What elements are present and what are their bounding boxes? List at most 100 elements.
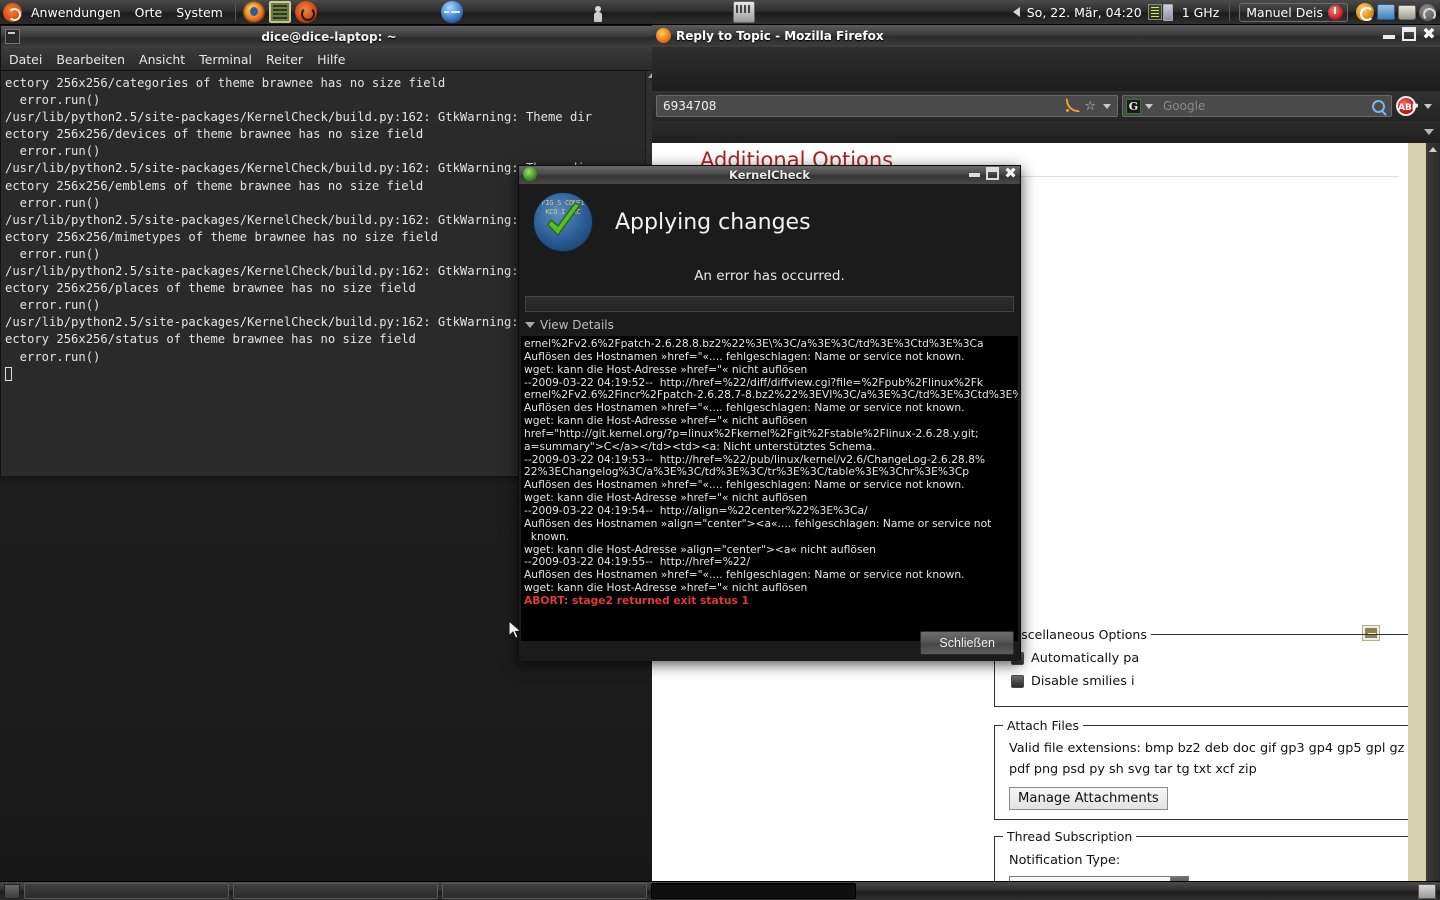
checkbox-row-disable-smilies[interactable]: Disable smilies i — [1011, 674, 1440, 689]
menu-places[interactable]: Orte — [128, 2, 170, 23]
page-scrollbar[interactable] — [1426, 143, 1440, 896]
user-switcher[interactable]: Manuel Deis — [1239, 2, 1348, 22]
terminal-line: ectory 256x256/devices of theme brawnee … — [5, 127, 424, 142]
log-line: wget: kann die Host-Adresse »href="« nic… — [524, 581, 808, 595]
progress-bar — [525, 296, 1014, 312]
kernelcheck-log-output[interactable]: ernel%2Fv2.6%2Fpatch-2.6.28.8.bz2%22%3E\… — [521, 336, 1018, 641]
folder-icon[interactable] — [1377, 4, 1395, 20]
log-line: Auflösen des Hostnamen »align="center"><… — [524, 516, 992, 530]
firefox-navigation-bar: 6934708 ☆ G Google ABP — [652, 91, 1440, 121]
url-text: 6934708 — [663, 99, 717, 113]
search-engine-dropdown-icon[interactable] — [1145, 103, 1153, 109]
close-button[interactable]: Schließen — [920, 631, 1014, 655]
keyboard-icon[interactable] — [732, 1, 755, 23]
update-manager-icon[interactable] — [1356, 3, 1374, 21]
kernelcheck-footer: Schließen — [920, 631, 1014, 655]
gnome-bottom-panel — [0, 881, 1440, 900]
trash-icon[interactable] — [1418, 883, 1436, 899]
chevron-down-icon[interactable] — [525, 322, 535, 328]
terminal-menu-hilfe[interactable]: Hilfe — [317, 52, 345, 67]
attach-files-legend: Attach Files — [1003, 718, 1083, 733]
taskbar-item[interactable] — [651, 883, 856, 899]
panel-collapse-arrow-icon[interactable] — [1012, 7, 1020, 17]
printer-icon[interactable] — [1398, 4, 1416, 20]
ubuntu-help-icon[interactable] — [294, 1, 317, 23]
terminal-menu-ansicht[interactable]: Ansicht — [139, 52, 185, 67]
view-details-toggle[interactable]: View Details — [525, 318, 1020, 332]
kernelcheck-titlebar[interactable]: KernelCheck ✖ — [519, 166, 1020, 184]
url-bar[interactable]: 6934708 ☆ — [656, 95, 1118, 117]
close-icon[interactable]: ✖ — [1422, 26, 1436, 42]
firefox-titlebar[interactable]: Reply to Topic - Mozilla Firefox ✖ — [652, 25, 1440, 47]
log-line: ernel%2Fv2.6%2Fpatch-2.6.28.8.bz2%22%3E\… — [524, 337, 984, 350]
desktop-screen: Anwendungen Orte System So, 22. Mär, 04:… — [0, 0, 1440, 900]
kernelcheck-status-text: An error has occurred. — [694, 268, 845, 284]
terminal-menu-datei[interactable]: Datei — [9, 52, 42, 67]
taskbar-item[interactable] — [233, 883, 438, 899]
firefox-icon[interactable] — [242, 1, 265, 23]
terminal-window-icon — [5, 29, 20, 44]
checkbox-unchecked-icon[interactable] — [1011, 675, 1024, 688]
ubuntu-logo-icon — [3, 2, 22, 22]
misc-options-fieldset: Miscellaneous Options Automatically pa D… — [994, 627, 1440, 707]
thread-subscription-legend: Thread Subscription — [1003, 829, 1137, 844]
search-engine-icon[interactable]: G — [1126, 98, 1141, 114]
rss-feed-icon[interactable] — [1065, 97, 1081, 113]
kernelcheck-header: FIG_S CONFI KCO I_IKC Applying changes — [519, 184, 1020, 252]
log-line: --2009-03-22 04:19:54-- http://align=%22… — [524, 503, 868, 517]
search-bar[interactable]: G Google — [1122, 95, 1392, 117]
firefox-toolbar — [652, 47, 1440, 91]
person-icon[interactable] — [587, 1, 609, 23]
log-line: wget: kann die Host-Adresse »href="« nic… — [524, 414, 808, 428]
firefox-title-text: Reply to Topic - Mozilla Firefox — [676, 29, 884, 43]
terminal-line: error.run() — [5, 144, 101, 159]
kernelcheck-window-buttons: ✖ — [968, 166, 1017, 181]
maximize-icon[interactable] — [1402, 27, 1416, 41]
url-dropdown-icon[interactable] — [1103, 103, 1111, 109]
view-details-label: View Details — [540, 318, 614, 332]
firefox-window-buttons: ✖ — [1382, 26, 1436, 42]
log-line: Auflösen des Hostnamen »href="«.... fehl… — [524, 349, 965, 363]
checkbox-row-autoparse[interactable]: Automatically pa — [1011, 651, 1440, 666]
adblock-plus-icon[interactable]: ABP — [1396, 96, 1418, 116]
kernelcheck-logo-icon: FIG_S CONFI KCO I_IKC — [533, 192, 593, 252]
menu-applications[interactable]: Anwendungen — [24, 2, 128, 23]
gnome-top-panel: Anwendungen Orte System So, 22. Mär, 04:… — [0, 0, 1440, 25]
checkbox-label: Automatically pa — [1031, 651, 1140, 666]
terminal-icon[interactable] — [268, 1, 291, 23]
bookmark-star-icon[interactable]: ☆ — [1084, 99, 1096, 114]
maximize-icon[interactable] — [986, 167, 999, 180]
terminal-menubar: Datei Bearbeiten Ansicht Terminal Reiter… — [1, 48, 657, 71]
toolbar-overflow-icon[interactable] — [1424, 103, 1432, 109]
valid-extensions-text: Valid file extensions: bmp bz2 deb doc g… — [1009, 741, 1440, 777]
close-icon[interactable]: ✖ — [1004, 166, 1017, 181]
checkbox-label: Disable smilies i — [1031, 674, 1135, 689]
kernelcheck-dialog[interactable]: KernelCheck ✖ FIG_S CONFI KCO I_IKC Appl… — [518, 165, 1021, 661]
search-input[interactable]: Google — [1157, 99, 1372, 113]
taskbar-item[interactable] — [442, 883, 647, 899]
minimize-icon[interactable] — [968, 167, 981, 180]
bookmarks-overflow-icon[interactable] — [1424, 129, 1434, 135]
terminal-line: ectory 256x256/categories of theme brawn… — [5, 76, 446, 90]
terminal-titlebar[interactable]: dice@dice-laptop: ~ — [1, 26, 657, 48]
cpu-monitor-icon[interactable] — [1147, 4, 1162, 20]
misc-options-legend: Miscellaneous Options — [1003, 627, 1151, 642]
refresh-icon[interactable] — [1419, 3, 1436, 21]
shutdown-icon[interactable] — [1328, 4, 1343, 20]
manage-attachments-button[interactable]: Manage Attachments — [1009, 787, 1168, 810]
minimize-icon[interactable] — [1382, 27, 1396, 41]
terminal-line: /usr/lib/python2.5/site-packages/KernelC… — [5, 110, 592, 125]
show-desktop-button[interactable] — [4, 883, 20, 899]
search-icon[interactable] — [1372, 99, 1385, 113]
terminal-menu-reiter[interactable]: Reiter — [266, 52, 303, 67]
menu-system[interactable]: System — [169, 2, 230, 23]
system-monitor-icon[interactable] — [440, 1, 463, 23]
terminal-menu-bearbeiten[interactable]: Bearbeiten — [56, 52, 125, 67]
battery-icon[interactable] — [1162, 3, 1173, 21]
terminal-title-text: dice@dice-laptop: ~ — [261, 30, 397, 44]
taskbar-item[interactable] — [24, 883, 229, 899]
scroll-up-arrow-icon[interactable] — [1429, 147, 1437, 152]
terminal-menu-terminal[interactable]: Terminal — [199, 52, 252, 67]
kernelcheck-window-icon — [523, 167, 537, 181]
clock[interactable]: So, 22. Mär, 04:20 — [1022, 5, 1147, 20]
